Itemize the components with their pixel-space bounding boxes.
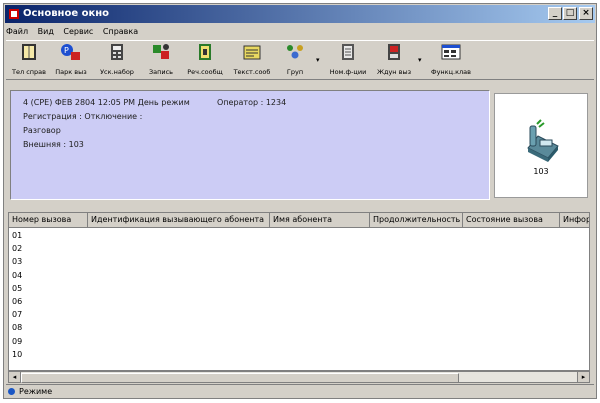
table-row[interactable]: 09	[12, 335, 22, 348]
window-title: Основное окно	[23, 8, 110, 19]
scroll-left-button[interactable]: ◂	[9, 372, 21, 382]
toolbar-speed-dial-button[interactable]: Уск.набор	[97, 43, 137, 76]
voice-message-icon	[199, 44, 211, 60]
toolbar-call-waiting-button[interactable]: Ждун выз	[374, 43, 414, 76]
scroll-thumb[interactable]	[21, 373, 459, 383]
column-header-call-number[interactable]: Номер вызова	[9, 213, 88, 227]
toolbar-record-button[interactable]: Запись	[144, 43, 178, 76]
app-icon	[9, 9, 19, 19]
menu-view[interactable]: Вид	[38, 25, 54, 39]
text-message-icon	[243, 45, 261, 60]
table-header: Номер вызова Идентификация вызывающего а…	[9, 213, 589, 228]
column-header-subscriber-name[interactable]: Имя абонента	[270, 213, 370, 227]
group-dropdown-arrow[interactable]: ▾	[316, 56, 320, 64]
call-park-icon: P	[61, 44, 80, 60]
function-keys-icon	[441, 44, 461, 60]
minimize-button[interactable]: _	[548, 7, 562, 20]
table-row[interactable]: 03	[12, 255, 22, 268]
table-row[interactable]: 04	[12, 269, 22, 282]
external-line-text: Внешняя : 103	[23, 140, 84, 149]
toolbar-group-button[interactable]: Груп	[278, 43, 312, 76]
status-indicator-icon	[8, 388, 15, 395]
table-row[interactable]: 06	[12, 295, 22, 308]
column-header-duration[interactable]: Продолжительность	[370, 213, 463, 227]
horizontal-scrollbar[interactable]: ◂ ▸	[8, 371, 590, 383]
menu-help[interactable]: Справка	[103, 25, 138, 39]
toolbar-function-number-button[interactable]: Ном.ф-ции	[327, 43, 369, 76]
menu-file[interactable]: Файл	[6, 25, 28, 39]
speed-dial-icon	[111, 44, 123, 60]
maximize-button[interactable]: □	[563, 7, 577, 20]
toolbar-text-message-button[interactable]: Текст.сооб	[230, 43, 274, 76]
status-mode-text: Режиме	[19, 387, 53, 396]
toolbar-voice-message-button[interactable]: Реч.сообщ	[184, 43, 226, 76]
extension-number: 103	[533, 167, 549, 176]
toolbar-function-keys-button[interactable]: Функц.клав	[428, 43, 474, 76]
table-rows: 01 02 03 04 05 06 07 08 09 10	[12, 229, 22, 361]
record-icon	[153, 44, 169, 59]
table-row[interactable]: 10	[12, 348, 22, 361]
column-header-info[interactable]: Информ	[560, 213, 589, 227]
desk-phone-icon	[527, 119, 559, 162]
registration-text: Регистрация : Отключение :	[23, 112, 143, 121]
extension-panel[interactable]: 103	[494, 93, 588, 198]
calls-table: Номер вызова Идентификация вызывающего а…	[8, 212, 590, 371]
table-row[interactable]: 08	[12, 321, 22, 334]
table-row[interactable]: 07	[12, 308, 22, 321]
scroll-right-button[interactable]: ▸	[577, 372, 589, 382]
conversation-text: Разговор	[23, 126, 61, 135]
function-number-icon	[342, 44, 354, 60]
title-bar[interactable]: Основное окно _ □ ×	[5, 5, 595, 23]
toolbar: Тел справ P Парк выз Уск.набор Запись Ре…	[6, 40, 594, 80]
main-window: Основное окно _ □ × Файл Вид Сервис Спра…	[3, 3, 597, 399]
group-icon	[287, 45, 303, 59]
toolbar-phonebook-button[interactable]: Тел справ	[10, 43, 48, 76]
toolbar-call-park-button[interactable]: P Парк выз	[52, 43, 90, 76]
operator-text: Оператор : 1234	[217, 98, 287, 107]
phonebook-icon	[22, 44, 36, 60]
svg-text:P: P	[64, 46, 69, 55]
call-info-panel: 4 (CPE) ФЕВ 2804 12:05 PM День режим Опе…	[10, 90, 490, 200]
call-waiting-icon	[388, 44, 400, 60]
menu-bar: Файл Вид Сервис Справка	[6, 25, 594, 39]
status-bar: Режиме	[6, 384, 594, 398]
column-header-caller-id[interactable]: Идентификация вызывающего абонента	[88, 213, 270, 227]
column-header-call-state[interactable]: Состояние вызова	[463, 213, 560, 227]
close-button[interactable]: ×	[579, 7, 593, 20]
table-row[interactable]: 05	[12, 282, 22, 295]
table-row[interactable]: 02	[12, 242, 22, 255]
table-row[interactable]: 01	[12, 229, 22, 242]
call-waiting-dropdown-arrow[interactable]: ▾	[418, 56, 422, 64]
date-mode-text: 4 (CPE) ФЕВ 2804 12:05 PM День режим	[23, 98, 190, 107]
menu-service[interactable]: Сервис	[63, 25, 93, 39]
